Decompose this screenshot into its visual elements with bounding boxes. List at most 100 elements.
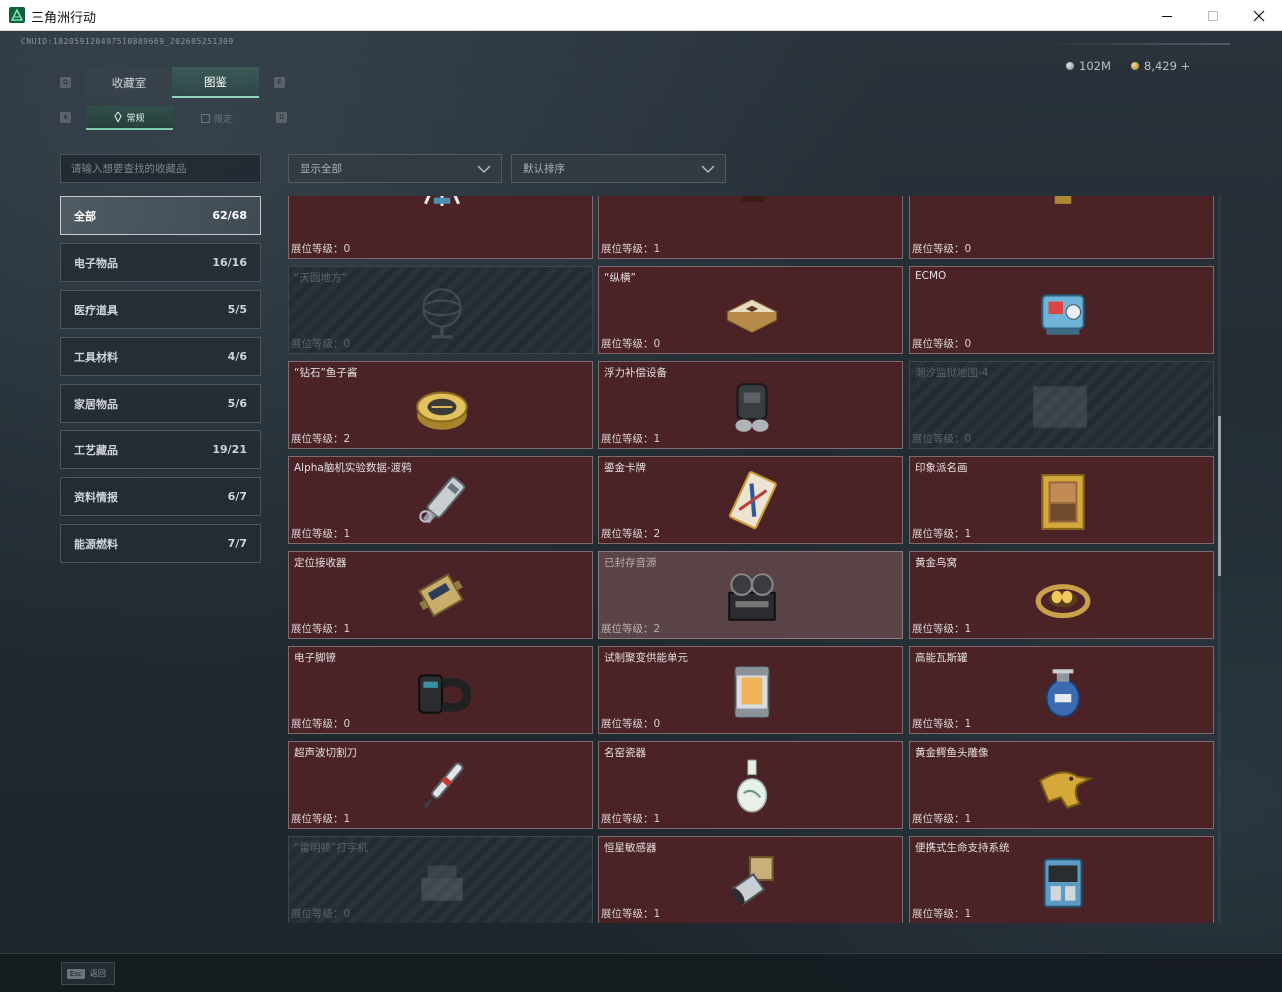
silver-amount: 102M: [1079, 59, 1111, 73]
limited-icon: [200, 113, 210, 123]
item-card[interactable]: 高能瓦斯罐 展位等级：1: [909, 646, 1214, 734]
item-name: 恒星敏感器: [604, 842, 657, 854]
map-icon: [1015, 374, 1105, 440]
search-input[interactable]: 请输入想要查找的收藏品: [60, 154, 261, 183]
item-level: 展位等级：1: [912, 908, 972, 920]
caviar-tin-icon: [409, 374, 475, 440]
item-level: 展位等级：2: [601, 623, 661, 635]
item-card[interactable]: 黄金鸟窝 展位等级：1: [909, 551, 1214, 639]
item-level: 展位等级：0: [912, 433, 972, 445]
item-level: 展位等级：1: [912, 623, 972, 635]
item-card[interactable]: 超声波切割刀 展位等级：1: [288, 741, 593, 829]
item-level: 展位等级：1: [291, 623, 351, 635]
category-label: 电子物品: [74, 256, 118, 270]
item-card[interactable]: 名窑瓷器 展位等级：1: [598, 741, 903, 829]
gas-canister-icon: [1030, 659, 1096, 725]
category-label: 工艺藏品: [74, 443, 118, 457]
item-name: 便携式生命支持系统: [915, 842, 1010, 854]
category-energy[interactable]: 能源燃料 7/7: [60, 524, 261, 563]
item-card[interactable]: ECMO 展位等级：0: [909, 266, 1214, 354]
item-card[interactable]: 浮力补偿设备 展位等级：1: [598, 361, 903, 449]
item-grid[interactable]: 展位等级：0 展位等级：1 展位等级：0 “天圆地方” 展位等级：0 “纵横” …: [287, 196, 1214, 923]
item-card[interactable]: “纵横” 展位等级：0: [598, 266, 903, 354]
item-card[interactable]: 鎏金卡牌 展位等级：2: [598, 456, 903, 544]
item-level: 展位等级：2: [291, 433, 351, 445]
item-level: 展位等级：0: [291, 338, 351, 350]
item-level: 展位等级：1: [912, 528, 972, 540]
buoyancy-device-icon: [719, 374, 785, 440]
category-household[interactable]: 家居物品 5/6: [60, 384, 261, 423]
grid-scrollbar-thumb[interactable]: [1218, 416, 1221, 576]
item-name: ECMO: [915, 270, 947, 282]
subtab-limited[interactable]: 限定: [173, 106, 260, 130]
item-card[interactable]: 展位等级：0: [909, 196, 1214, 259]
golden-nest-icon: [1030, 564, 1096, 630]
subtab-regular[interactable]: 常规: [86, 106, 173, 130]
golden-crocodile-icon: [1030, 754, 1096, 820]
item-card[interactable]: “钻石”鱼子酱 展位等级：2: [288, 361, 593, 449]
item-card[interactable]: 已封存音源 展位等级：2: [598, 551, 903, 639]
gold-amount: 8,429 +: [1144, 59, 1191, 73]
category-count: 19/21: [212, 443, 247, 456]
gold-currency[interactable]: 8,429 +: [1131, 59, 1190, 73]
close-button[interactable]: [1236, 0, 1282, 31]
category-intel[interactable]: 资料情报 6/7: [60, 477, 261, 516]
decor-line: [1040, 43, 1230, 45]
chevron-down-icon: [701, 165, 715, 173]
category-label: 家居物品: [74, 397, 118, 411]
category-all[interactable]: 全部 62/68: [60, 196, 261, 235]
category-medical[interactable]: 医疗道具 5/5: [60, 290, 261, 329]
item-level: 展位等级：0: [601, 338, 661, 350]
item-level: 展位等级：0: [601, 718, 661, 730]
item-card[interactable]: 印象派名画 展位等级：1: [909, 456, 1214, 544]
item-card[interactable]: 恒星敏感器 展位等级：1: [598, 836, 903, 923]
item-card[interactable]: “天圆地方” 展位等级：0: [288, 266, 593, 354]
item-card[interactable]: 潮汐监狱地图-4 展位等级：0: [909, 361, 1214, 449]
item-level: 展位等级：1: [601, 813, 661, 825]
item-name: 已封存音源: [604, 557, 657, 569]
ultrasonic-cutter-icon: [409, 754, 475, 820]
item-card[interactable]: Alpha脑机实验数据-渡鸦 展位等级：1: [288, 456, 593, 544]
item-name: 电子脚镣: [294, 652, 336, 664]
silver-currency: 102M: [1066, 59, 1111, 73]
item-name: 黄金鸟窝: [915, 557, 957, 569]
maximize-button[interactable]: [1190, 0, 1236, 31]
tab-catalog[interactable]: 图鉴: [172, 67, 259, 98]
item-card[interactable]: 试制聚变供能单元 展位等级：0: [598, 646, 903, 734]
back-button[interactable]: Esc 返回: [61, 962, 115, 985]
item-name: 名窑瓷器: [604, 747, 646, 759]
close-icon: [1253, 10, 1265, 21]
prev-subtab-key-icon: A: [60, 112, 71, 123]
item-card[interactable]: 定位接收器 展位等级：1: [288, 551, 593, 639]
item-name: 试制聚变供能单元: [604, 652, 688, 664]
item-card[interactable]: “雷明顿”打字机 展位等级：0: [288, 836, 593, 923]
back-label: 返回: [89, 969, 106, 978]
gilded-card-icon: [719, 469, 785, 535]
data-drive-icon: [409, 469, 475, 535]
item-card[interactable]: 展位等级：1: [598, 196, 903, 259]
tab-collection-room[interactable]: 收藏室: [86, 67, 172, 98]
category-tools[interactable]: 工具材料 4/6: [60, 337, 261, 376]
reel-recorder-icon: [719, 564, 785, 630]
subtab-label: 限定: [213, 114, 232, 125]
item-name: Alpha脑机实验数据-渡鸦: [294, 462, 412, 474]
category-label: 工具材料: [74, 350, 118, 364]
category-count: 16/16: [212, 256, 247, 269]
player-uid: CNUID:182059120497510889669_202605251309: [21, 37, 234, 46]
category-count: 4/6: [227, 350, 247, 363]
item-name: “雷明顿”打字机: [294, 842, 368, 854]
sort-dropdown[interactable]: 默认排序: [511, 154, 726, 183]
category-electronics[interactable]: 电子物品 16/16: [60, 243, 261, 282]
item-card[interactable]: 电子脚镣 展位等级：0: [288, 646, 593, 734]
show-filter-dropdown[interactable]: 显示全部: [288, 154, 502, 183]
category-crafts[interactable]: 工艺藏品 19/21: [60, 430, 261, 469]
item-name: “天圆地方”: [294, 272, 347, 284]
window-titlebar: 三角洲行动: [0, 0, 1282, 31]
item-name: 浮力补偿设备: [604, 367, 667, 379]
item-card[interactable]: 展位等级：0: [288, 196, 593, 259]
minimize-button[interactable]: [1144, 0, 1190, 31]
silver-coin-icon: [1066, 62, 1074, 70]
item-level: 展位等级：1: [912, 718, 972, 730]
item-card[interactable]: 黄金鳄鱼头雕像 展位等级：1: [909, 741, 1214, 829]
item-card[interactable]: 便携式生命支持系统 展位等级：1: [909, 836, 1214, 923]
